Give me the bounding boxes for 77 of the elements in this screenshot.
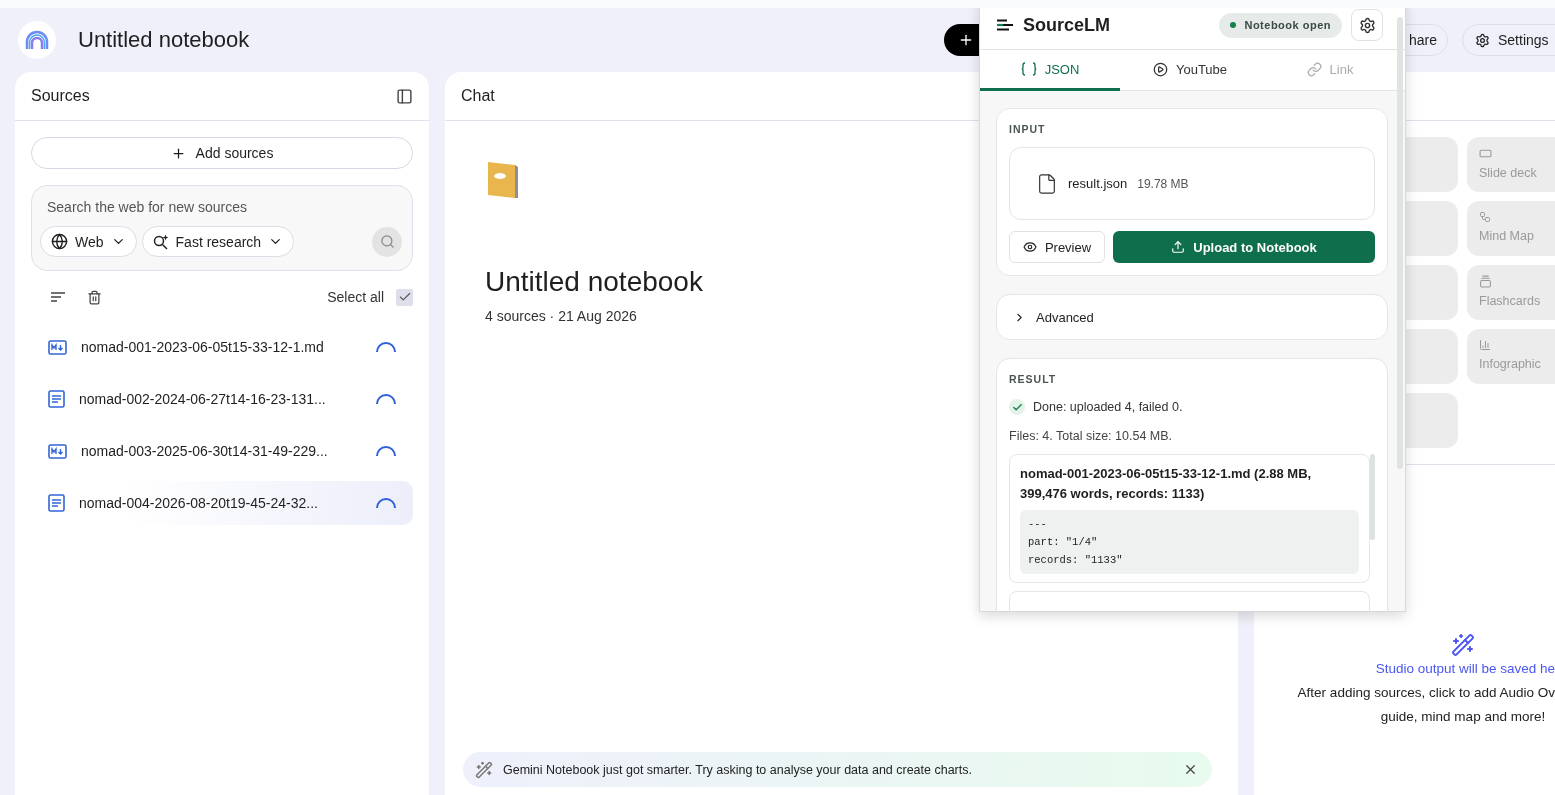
upload-icon <box>1171 240 1186 254</box>
braces-icon <box>1020 62 1037 76</box>
file-icon <box>1036 172 1058 195</box>
eye-icon <box>1022 240 1037 254</box>
notebook-heading: Untitled notebook <box>485 266 703 298</box>
close-button[interactable] <box>1183 762 1198 777</box>
add-sources-button[interactable]: Add sources <box>31 137 413 169</box>
markdown-file-icon <box>48 443 67 459</box>
plus-icon <box>958 32 974 48</box>
upload-button[interactable]: Upload to Notebook <box>1113 231 1375 263</box>
loading-spinner-icon <box>375 497 397 509</box>
sparkle-search-icon <box>152 233 169 250</box>
cards-icon <box>1479 275 1492 288</box>
slides-icon <box>1479 147 1492 160</box>
empty-state-text: guide, mind map and more! <box>1379 708 1547 726</box>
status-badge: Notebook open <box>1219 12 1342 38</box>
brand-icon <box>997 19 1014 31</box>
sort-button[interactable] <box>51 292 65 302</box>
tab[interactable]: YouTube <box>1120 50 1260 91</box>
wand-icon <box>475 760 493 779</box>
summary-text: Files: 4. Total size: 10.54 MB. <box>1009 429 1174 443</box>
settings-button[interactable] <box>1351 9 1383 41</box>
panel-title: Chat <box>461 87 495 105</box>
empty-state-text: After adding sources, click to add Audio Ov <box>1296 684 1555 702</box>
source-item[interactable]: nomad-003-2025-06-30t14-31-49-229... <box>31 429 413 473</box>
sort-icon <box>51 292 65 302</box>
link-icon <box>1306 61 1322 77</box>
close-icon <box>1183 762 1198 777</box>
source-type-dropdown[interactable]: Web <box>40 226 137 257</box>
logo[interactable] <box>18 21 56 59</box>
logo-icon <box>24 30 50 50</box>
trash-icon <box>87 289 102 305</box>
empty-state-heading: Studio output will be saved he <box>1374 660 1555 678</box>
advanced-toggle[interactable]: Advanced <box>996 294 1388 340</box>
mind-map-icon <box>1479 211 1491 223</box>
globe-icon <box>51 233 68 250</box>
loading-spinner-icon <box>375 445 397 457</box>
bar-chart-icon <box>1479 339 1491 351</box>
code-block: --- part: "1/4" records: "1133" <box>1020 510 1359 574</box>
tab[interactable]: JSON <box>980 50 1120 91</box>
select-all-label: Select all <box>327 289 384 305</box>
file-name: result.json <box>1068 176 1128 191</box>
notebook-icon <box>485 160 519 200</box>
plus-icon <box>170 145 186 161</box>
banner-text: Gemini Notebook just got smarter. Try asking to analyse your data and create charts. <box>503 762 973 777</box>
markdown-file-icon <box>48 339 67 355</box>
research-mode-dropdown[interactable]: Fast research <box>141 226 295 257</box>
select-all-checkbox[interactable] <box>396 288 413 306</box>
panel-title: Sources <box>31 87 90 105</box>
search-icon <box>379 234 395 249</box>
source-item[interactable]: nomad-002-2024-06-27t14-16-23-131... <box>31 377 413 421</box>
status-dot <box>1230 22 1237 28</box>
check-icon <box>397 290 412 304</box>
file-size: 19.78 MB <box>1137 176 1189 191</box>
result-item-title: nomad-001-2023-06-05t15-33-12-1.md (2.88 MB, 399,476 words, records: 1133) <box>1020 465 1313 503</box>
sidebar-icon <box>396 87 413 105</box>
play-icon <box>1152 61 1168 77</box>
section-label: RESULT <box>1009 373 1058 385</box>
source-item[interactable]: nomad-001-2023-06-05t15-33-12-1.md <box>31 325 413 369</box>
search-field[interactable]: Search the web for new sources <box>40 199 340 215</box>
delete-button[interactable] <box>87 289 102 305</box>
status-text: Done: uploaded 4, failed 0. <box>1033 400 1183 414</box>
notebook-meta: 4 sources · 21 Aug 2026 <box>485 308 637 324</box>
search-button[interactable] <box>372 226 402 257</box>
loading-spinner-icon <box>375 341 397 353</box>
success-icon <box>1009 399 1025 415</box>
document-icon <box>48 494 65 512</box>
notebook-title: Untitled notebook <box>78 27 250 53</box>
document-icon <box>48 390 65 408</box>
section-label: INPUT <box>1009 123 1047 135</box>
magic-wand-icon <box>1451 633 1475 657</box>
settings-icon <box>1475 32 1490 48</box>
preview-button[interactable]: Preview <box>1009 231 1105 263</box>
loading-spinner-icon <box>375 393 397 405</box>
collapse-panel-button[interactable] <box>396 87 413 105</box>
settings-icon <box>1358 16 1376 34</box>
extension-title: SourceLM <box>1023 14 1110 36</box>
